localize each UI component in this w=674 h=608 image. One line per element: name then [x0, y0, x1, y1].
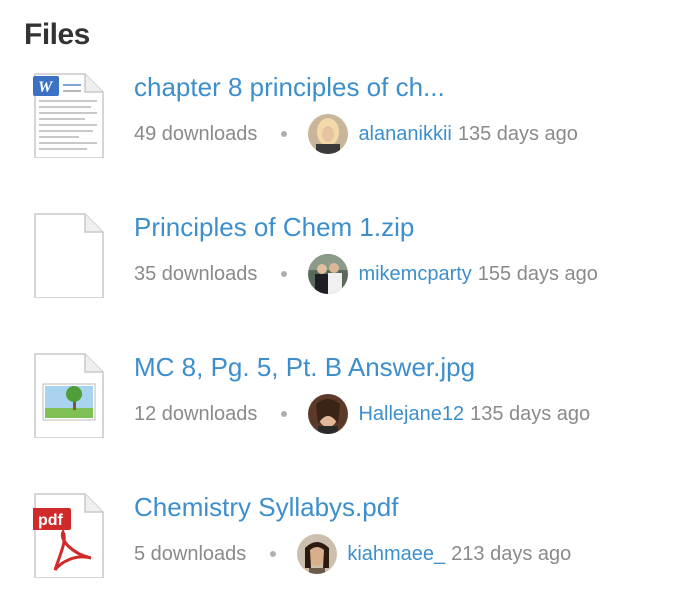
file-meta: 35 downloads mikemcparty 155 days ago	[134, 254, 598, 294]
file-title-link[interactable]: chapter 8 principles of ch...	[134, 72, 445, 103]
username-link[interactable]: kiahmaee_	[347, 543, 445, 566]
word-document-icon[interactable]: W	[33, 72, 105, 159]
pdf-file-icon[interactable]: pdf	[31, 492, 105, 579]
download-count: 49 downloads	[134, 122, 258, 145]
username-link[interactable]: Hallejane12	[358, 403, 464, 426]
download-count: 12 downloads	[134, 402, 258, 425]
image-file-icon[interactable]	[33, 352, 105, 439]
svg-text:W: W	[38, 79, 54, 96]
upload-age: 155 days ago	[477, 262, 598, 285]
file-meta: 49 downloads alananikkii 135 days ago	[134, 114, 578, 154]
upload-age: 135 days ago	[457, 122, 578, 145]
download-count: 35 downloads	[134, 262, 258, 285]
avatar[interactable]	[308, 114, 349, 154]
file-item: MC 8, Pg. 5, Pt. B Answer.jpg 12 downloa…	[0, 352, 674, 462]
file-title-link[interactable]: Principles of Chem 1.zip	[134, 212, 414, 243]
avatar[interactable]	[308, 394, 349, 434]
upload-age: 135 days ago	[470, 402, 591, 425]
download-count: 5 downloads	[134, 542, 247, 565]
file-item: W chapter 8 principles of ch... 49 downl…	[0, 72, 674, 182]
avatar[interactable]	[297, 534, 338, 574]
username-link[interactable]: mikemcparty	[358, 263, 471, 286]
files-heading: Files	[24, 18, 90, 51]
separator-dot	[270, 551, 277, 557]
file-title-link[interactable]: MC 8, Pg. 5, Pt. B Answer.jpg	[134, 352, 475, 383]
file-item: pdf Chemistry Syllabys.pdf 5 downloads k…	[0, 492, 674, 602]
file-meta: 5 downloads kiahmaee_ 213 days ago	[134, 534, 571, 574]
separator-dot	[281, 411, 288, 417]
separator-dot	[281, 271, 288, 277]
avatar[interactable]	[308, 254, 349, 294]
file-title-link[interactable]: Chemistry Syllabys.pdf	[134, 492, 398, 523]
file-item: Principles of Chem 1.zip 35 downloads mi…	[0, 212, 674, 322]
file-meta: 12 downloads Hallejane12 135 days ago	[134, 394, 590, 434]
separator-dot	[281, 131, 288, 137]
username-link[interactable]: alananikkii	[358, 123, 451, 146]
blank-file-icon[interactable]	[33, 212, 105, 299]
upload-age: 213 days ago	[451, 542, 572, 565]
pdf-label: pdf	[38, 512, 64, 529]
